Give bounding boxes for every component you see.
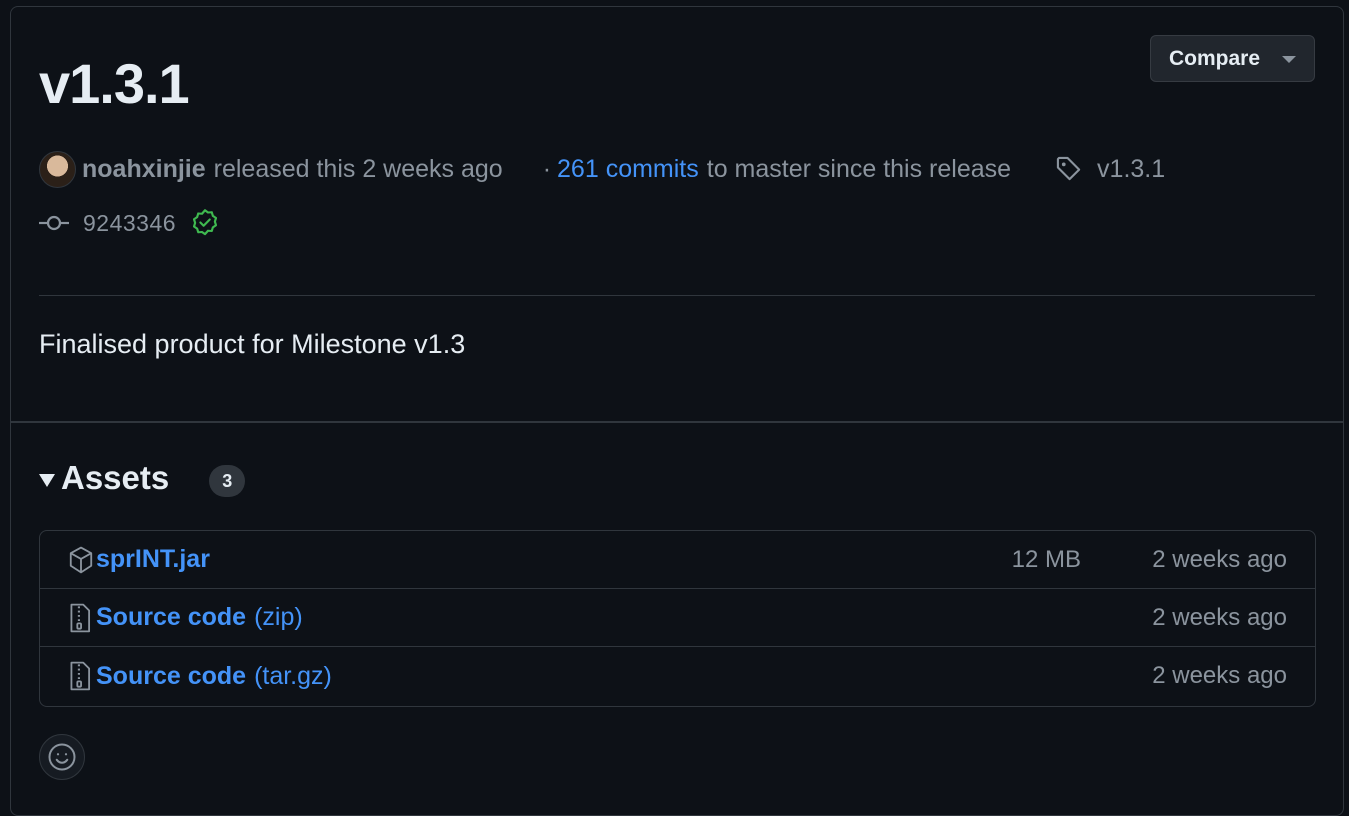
file-zip-icon [68,603,96,633]
file-zip-icon [68,661,96,691]
triangle-down-icon [39,473,55,487]
assets-list: sprINT.jar 12 MB 2 weeks ago Source code… [39,530,1316,707]
release-card: v1.3.1 Compare noahxinjie released this … [10,6,1344,816]
released-text: released this 2 weeks ago [213,154,503,183]
git-commit-icon [39,213,69,233]
compare-button-label: Compare [1168,46,1261,70]
separator-dot: · [542,154,552,183]
asset-link[interactable]: Source code [96,603,246,632]
asset-link[interactable]: Source code [96,662,246,691]
asset-row: Source code (tar.gz) 2 weeks ago [40,647,1315,705]
asset-row: sprINT.jar 12 MB 2 weeks ago [40,531,1315,589]
release-meta: noahxinjie released this 2 weeks ago · 2… [39,149,1165,189]
asset-link-suffix[interactable]: (tar.gz) [254,662,332,691]
asset-link[interactable]: sprINT.jar [96,545,210,574]
chevron-down-icon [1282,56,1297,63]
compare-button[interactable]: Compare [1150,35,1315,82]
divider [11,421,1343,423]
assets-count-badge: 3 [209,465,246,497]
commit-sha-link[interactable]: 9243346 [83,210,176,237]
commit-row: 9243346 [39,207,220,239]
asset-date: 2 weeks ago [1152,662,1287,689]
tag-icon [1055,155,1083,183]
asset-link-suffix[interactable]: (zip) [254,603,303,632]
asset-size: 12 MB [1011,545,1081,573]
divider [39,295,1315,296]
avatar[interactable] [39,150,76,188]
smiley-icon [47,742,77,772]
commits-suffix: to master since this release [706,154,1012,183]
release-version-title[interactable]: v1.3.1 [39,51,190,116]
assets-title: Assets [61,459,170,496]
asset-date: 2 weeks ago [1152,545,1287,573]
tag-link[interactable]: v1.3.1 [1097,155,1165,184]
author-link[interactable]: noahxinjie [82,155,206,184]
asset-date: 2 weeks ago [1152,603,1287,631]
commits-link[interactable]: 261 commits [557,155,699,184]
asset-row: Source code (zip) 2 weeks ago [40,589,1315,647]
add-reaction-button[interactable] [39,734,85,780]
verified-icon[interactable] [190,208,220,238]
assets-toggle[interactable]: Assets 3 [39,459,246,497]
package-icon [68,545,96,575]
release-description: Finalised product for Milestone v1.3 [39,329,466,359]
